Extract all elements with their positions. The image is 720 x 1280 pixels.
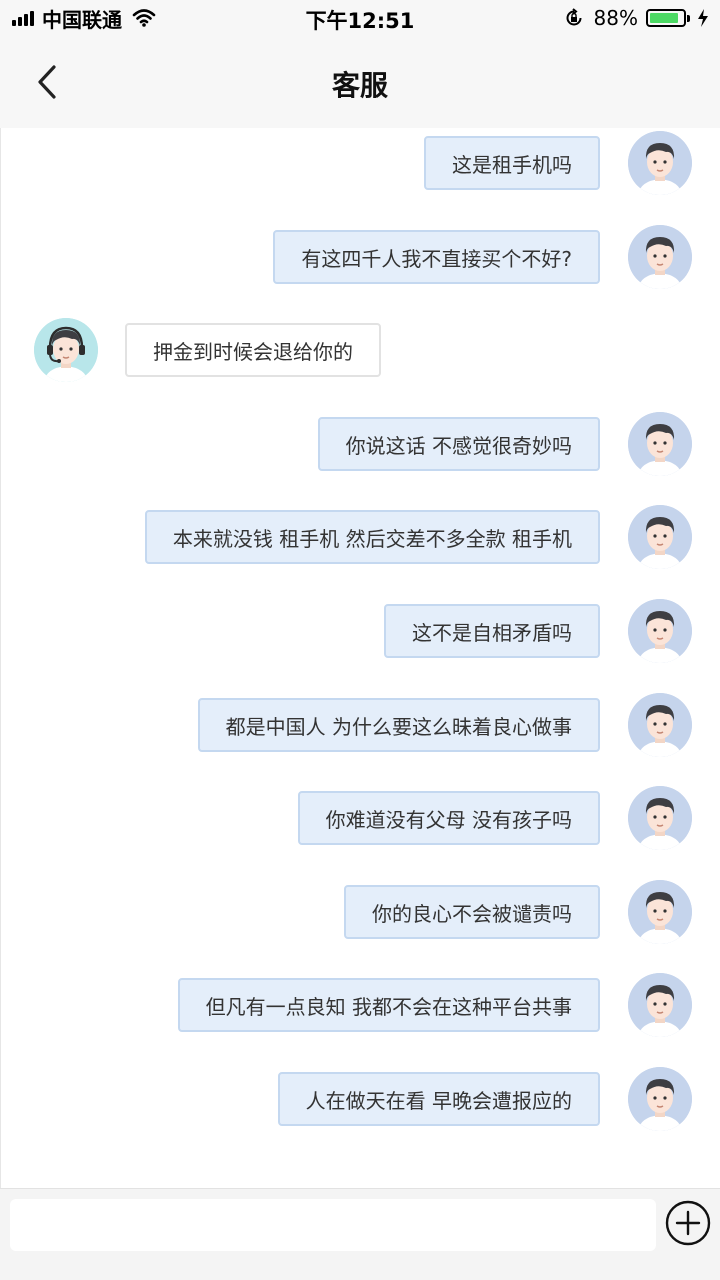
- status-bar: 中国联通 下午12:51 88%: [0, 0, 720, 36]
- nav-bar: 客服: [0, 36, 720, 128]
- message-bubble[interactable]: 人在做天在看 早晚会遭报应的: [277, 1072, 600, 1126]
- message-input[interactable]: [10, 1199, 656, 1251]
- charging-bolt-icon: [698, 9, 708, 27]
- user-avatar[interactable]: [628, 225, 692, 289]
- user-avatar[interactable]: [628, 505, 692, 569]
- user-avatar[interactable]: [628, 131, 692, 195]
- sent-message: 你的良心不会被谴责吗: [1, 880, 720, 944]
- user-avatar[interactable]: [628, 786, 692, 850]
- message-bubble[interactable]: 你说这话 不感觉很奇妙吗: [317, 417, 600, 471]
- sent-message: 但凡有一点良知 我都不会在这种平台共事: [1, 973, 720, 1037]
- sent-message: 你说这话 不感觉很奇妙吗: [1, 412, 720, 476]
- message-bubble[interactable]: 押金到时候会退给你的: [125, 323, 381, 377]
- chat-message-list[interactable]: 这是租手机吗 有这四千人我不直接买个不好? 押金到时候会退给你的 你说这话 不感…: [0, 128, 720, 1188]
- message-bubble[interactable]: 你难道没有父母 没有孩子吗: [297, 791, 600, 845]
- sent-message: 有这四千人我不直接买个不好?: [1, 225, 720, 289]
- sent-message: 这是租手机吗: [1, 131, 720, 195]
- sent-message: 人在做天在看 早晚会遭报应的: [1, 1067, 720, 1131]
- message-bubble[interactable]: 这不是自相矛盾吗: [384, 604, 600, 658]
- battery-level: [650, 13, 678, 23]
- agent-avatar[interactable]: [34, 318, 98, 382]
- message-bubble[interactable]: 这是租手机吗: [424, 136, 600, 190]
- received-message: 押金到时候会退给你的: [1, 318, 720, 382]
- battery-nub: [687, 14, 690, 22]
- message-bubble[interactable]: 有这四千人我不直接买个不好?: [273, 230, 600, 284]
- sent-message: 这不是自相矛盾吗: [1, 599, 720, 663]
- battery-percentage: 88%: [593, 6, 638, 30]
- sent-message: 本来就没钱 租手机 然后交差不多全款 租手机: [1, 505, 720, 569]
- sent-message: 都是中国人 为什么要这么昧着良心做事: [1, 693, 720, 757]
- page-title: 客服: [331, 69, 388, 102]
- sent-message: 你难道没有父母 没有孩子吗: [1, 786, 720, 850]
- user-avatar[interactable]: [628, 973, 692, 1037]
- plus-circle-icon[interactable]: [665, 1200, 711, 1246]
- user-avatar[interactable]: [628, 880, 692, 944]
- rotation-lock-icon: [566, 8, 582, 26]
- message-bubble[interactable]: 你的良心不会被谴责吗: [344, 885, 600, 939]
- user-avatar[interactable]: [628, 412, 692, 476]
- status-right: 88%: [564, 6, 710, 30]
- message-bubble[interactable]: 都是中国人 为什么要这么昧着良心做事: [197, 698, 600, 752]
- user-avatar[interactable]: [628, 693, 692, 757]
- message-bubble[interactable]: 本来就没钱 租手机 然后交差不多全款 租手机: [144, 510, 600, 564]
- user-avatar[interactable]: [628, 1067, 692, 1131]
- message-bubble[interactable]: 但凡有一点良知 我都不会在这种平台共事: [177, 978, 600, 1032]
- user-avatar[interactable]: [628, 599, 692, 663]
- input-bar: [0, 1188, 720, 1280]
- battery-icon: [646, 9, 686, 27]
